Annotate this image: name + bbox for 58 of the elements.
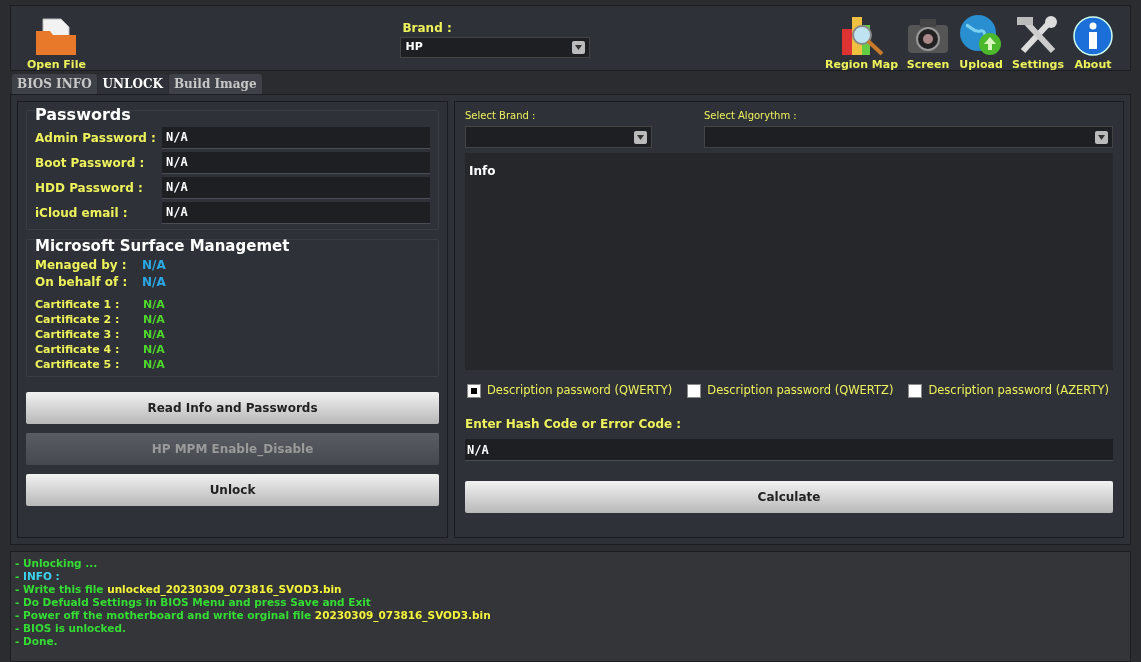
field-value: N/A	[143, 327, 165, 344]
log-line: - Done.	[15, 635, 59, 648]
log-line: - Unlocking ...	[15, 557, 99, 570]
password-field[interactable]: N/A	[162, 126, 430, 149]
action-button[interactable]: Unlock	[26, 474, 439, 506]
hash-field[interactable]: N/A	[465, 439, 1113, 462]
field-value: N/A	[143, 297, 165, 314]
brand-label: Brand :	[402, 20, 453, 37]
group-title: Microsoft Surface Managemet	[35, 236, 291, 256]
group-title: Passwords	[35, 105, 132, 125]
checkbox-label: Description password (QWERTZ)	[707, 382, 894, 399]
toolbar-button[interactable]: About	[1068, 8, 1118, 70]
log-line: - INFO :	[15, 570, 61, 583]
field-label: Select Algorythm :	[704, 109, 798, 123]
toolbar-button[interactable]: Region Map	[821, 8, 903, 70]
checkbox[interactable]	[467, 383, 481, 398]
checkbox[interactable]	[908, 383, 923, 398]
field-label: iCloud email :	[35, 204, 129, 222]
info-label: Info	[469, 164, 496, 178]
brand-select[interactable]	[465, 126, 652, 148]
calculate-button[interactable]: Calculate	[465, 481, 1113, 514]
log-line: - Power off the motherboard and write orginal file 20230309_073816_SVOD3.bin	[15, 609, 492, 622]
field-value: N/A	[143, 312, 165, 329]
field-value: N/A	[143, 342, 165, 359]
checkbox-label: Description password (AZERTY)	[928, 382, 1109, 399]
field-label: Cartificate 4 :	[35, 342, 121, 359]
checkbox[interactable]	[687, 383, 702, 398]
field-label: Cartificate 3 :	[35, 327, 121, 344]
password-field[interactable]: N/A	[162, 151, 430, 174]
toolbar-button[interactable]: Settings	[1008, 8, 1068, 70]
log-line: - BIOS is unlocked.	[15, 622, 127, 635]
password-field[interactable]: N/A	[162, 201, 430, 224]
field-label: Admin Password :	[35, 129, 157, 147]
field-label: Boot Password :	[35, 154, 146, 172]
checkbox-label: Description password (QWERTY)	[487, 382, 673, 399]
brand-dropdown[interactable]: HP	[400, 37, 591, 58]
toolbar-button[interactable]: Screen	[902, 8, 955, 70]
log-line: - Do Defuald Settings in BIOS Menu and press Save and Exit	[15, 596, 372, 609]
password-field[interactable]: N/A	[162, 176, 430, 199]
info-icon	[1072, 15, 1114, 57]
tab[interactable]: UNLOCK	[97, 74, 168, 94]
field-value: N/A	[142, 256, 166, 274]
field-label: Cartificate 2 :	[35, 312, 121, 329]
action-button[interactable]: Read Info and Passwords	[26, 392, 439, 424]
field-value: N/A	[143, 357, 165, 374]
toolbar-button[interactable]: Open File	[23, 8, 90, 70]
field-label: On behalf of :	[35, 273, 129, 291]
field-value: N/A	[142, 273, 166, 291]
field-label: Select Brand :	[465, 109, 537, 123]
log-line: - Write this file unlocked_20230309_073816_SVOD3.bin	[15, 583, 343, 596]
field-label: Cartificate 5 :	[35, 357, 121, 374]
field-label: HDD Password :	[35, 179, 144, 197]
field-label: Cartificate 1 :	[35, 297, 121, 314]
toolbar-button[interactable]: Upload	[954, 8, 1009, 70]
tab[interactable]: Build Image	[168, 74, 262, 94]
field-label: Enter Hash Code or Error Code :	[465, 416, 683, 434]
tab[interactable]: BIOS INFO	[12, 74, 97, 94]
field-label: Menaged by :	[35, 256, 128, 274]
